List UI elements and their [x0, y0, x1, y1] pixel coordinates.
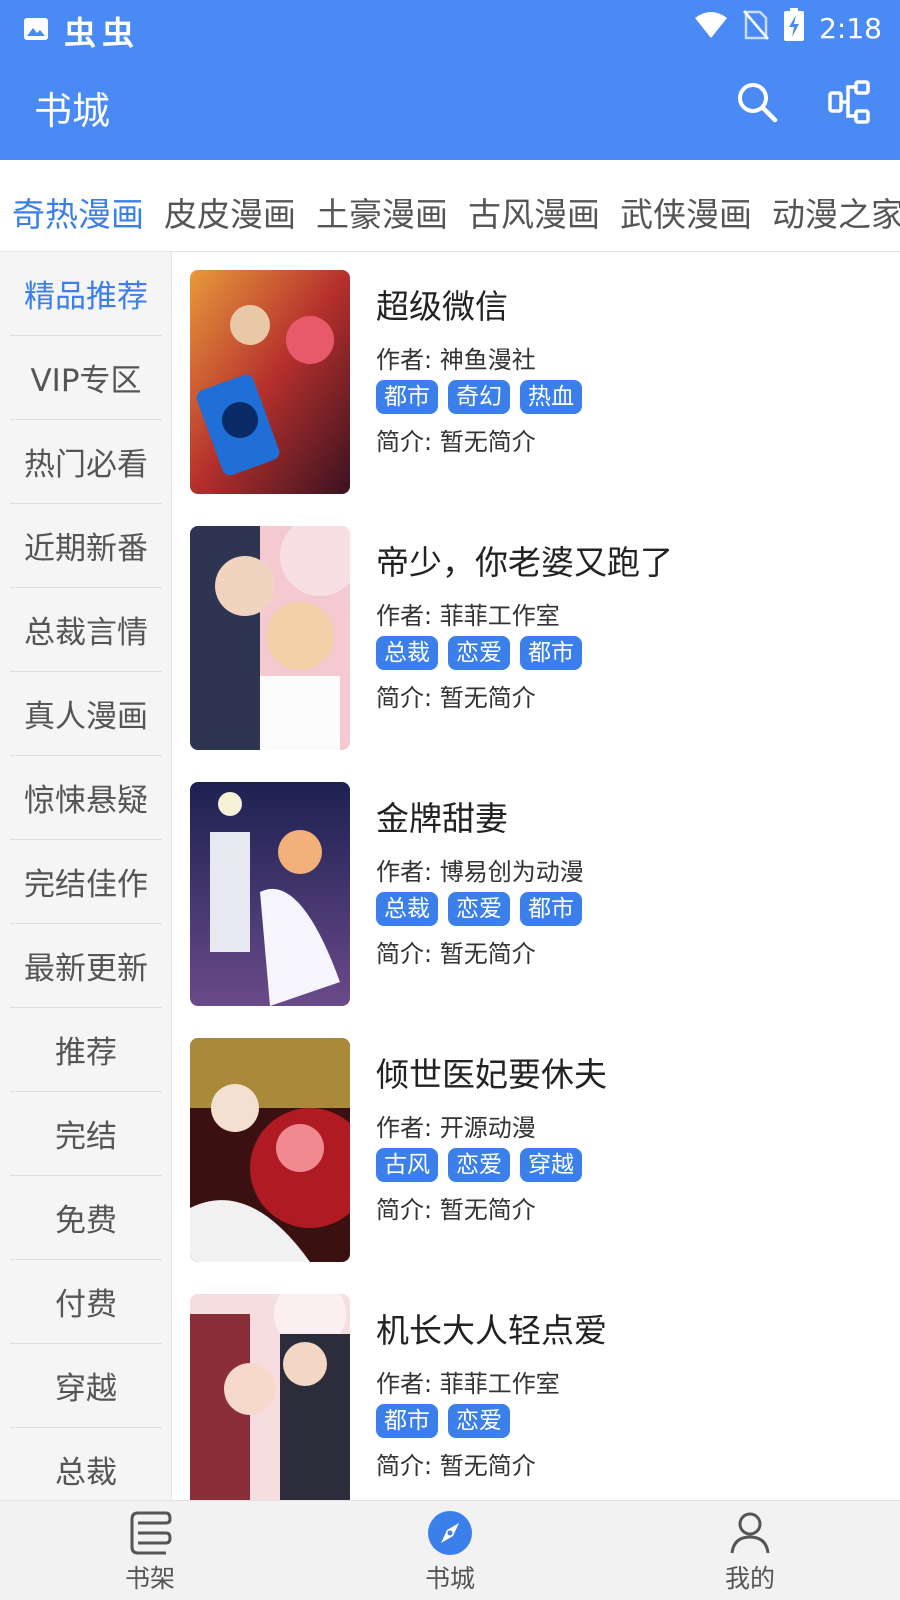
book-author: 作者: 菲菲工作室 — [376, 602, 560, 630]
tab-pipi[interactable]: 皮皮漫画 — [164, 188, 296, 236]
sidebar-item-time-travel[interactable]: 穿越 — [10, 1344, 162, 1428]
genre-tag: 热血 — [520, 380, 582, 414]
search-button[interactable] — [735, 80, 779, 124]
book-author: 作者: 神鱼漫社 — [376, 346, 536, 374]
book-intro: 简介: 暂无简介 — [376, 940, 536, 968]
book-title[interactable]: 倾世医妃要休夫 — [376, 1048, 607, 1096]
book-author: 作者: 博易创为动漫 — [376, 858, 584, 886]
sidebar-item-ceo[interactable]: 总裁 — [10, 1428, 162, 1500]
genre-tag: 都市 — [376, 380, 438, 414]
book-intro: 简介: 暂无简介 — [376, 1196, 536, 1224]
status-bar: 虫虫 2:18 — [0, 0, 900, 52]
page-title: 书城 — [34, 89, 111, 133]
nav-label: 我的 — [724, 1564, 775, 1593]
sidebar-item-free[interactable]: 免费 — [10, 1176, 162, 1260]
nav-mine[interactable]: 我的 — [690, 1509, 810, 1600]
book-intro: 简介: 暂无简介 — [376, 684, 536, 712]
person-icon — [730, 1512, 770, 1554]
share-button[interactable] — [828, 80, 872, 124]
bookshelf-icon — [130, 1511, 172, 1555]
book-intro: 简介: 暂无简介 — [376, 428, 536, 456]
bottom-nav: 书架 书城 我的 — [0, 1500, 900, 1600]
genre-tag: 恋爱 — [448, 892, 510, 926]
sidebar-item-hot[interactable]: 热门必看 — [10, 420, 162, 504]
nav-label: 书架 — [124, 1564, 175, 1593]
list-item[interactable]: 机长大人轻点爱 作者: 菲菲工作室 都市 恋爱 简介: 暂无简介 — [190, 1294, 880, 1518]
search-icon — [738, 83, 778, 123]
sidebar-item-thriller[interactable]: 惊悚悬疑 — [10, 756, 162, 840]
book-title[interactable]: 帝少，你老婆又跑了 — [376, 536, 673, 584]
genre-tag: 穿越 — [520, 1148, 582, 1182]
genre-tag: 恋爱 — [448, 1404, 510, 1438]
genre-tag: 都市 — [520, 636, 582, 670]
share-nodes-icon — [828, 80, 870, 124]
book-author: 作者: 开源动漫 — [376, 1114, 536, 1142]
book-title[interactable]: 机长大人轻点爱 — [376, 1304, 607, 1352]
sidebar-item-latest[interactable]: 最新更新 — [10, 924, 162, 1008]
nav-bookstore[interactable]: 书城 — [390, 1509, 510, 1600]
nav-bookshelf[interactable]: 书架 — [90, 1509, 210, 1600]
book-tags: 总裁 恋爱 都市 — [376, 892, 582, 926]
book-cover[interactable] — [190, 270, 350, 494]
sidebar-item-recommend[interactable]: 推荐 — [10, 1008, 162, 1092]
no-sim-icon — [743, 9, 770, 48]
genre-tag: 恋爱 — [448, 636, 510, 670]
book-tags: 都市 奇幻 热血 — [376, 380, 582, 414]
book-tags: 古风 恋爱 穿越 — [376, 1148, 582, 1182]
tab-wuxia[interactable]: 武侠漫画 — [620, 188, 752, 236]
book-intro: 简介: 暂无简介 — [376, 1452, 536, 1480]
genre-tag: 总裁 — [376, 636, 438, 670]
tab-tuhao[interactable]: 土豪漫画 — [316, 188, 448, 236]
tab-qire[interactable]: 奇热漫画 — [12, 188, 144, 236]
sidebar-item-vip[interactable]: VIP专区 — [10, 336, 162, 420]
genre-tag: 都市 — [376, 1404, 438, 1438]
genre-tag: 奇幻 — [448, 380, 510, 414]
sidebar-item-featured[interactable]: 精品推荐 — [10, 252, 162, 336]
status-time: 2:18 — [819, 12, 882, 45]
genre-tag: 恋爱 — [448, 1148, 510, 1182]
genre-tag: 都市 — [520, 892, 582, 926]
app-name-glyphs: 虫虫 — [64, 14, 141, 52]
sidebar-item-live-action[interactable]: 真人漫画 — [10, 672, 162, 756]
app-header: 虫虫 2:18 书城 — [0, 0, 900, 160]
sidebar-item-ceo-romance[interactable]: 总裁言情 — [10, 588, 162, 672]
list-item[interactable]: 金牌甜妻 作者: 博易创为动漫 总裁 恋爱 都市 简介: 暂无简介 — [190, 782, 880, 1006]
book-cover[interactable] — [190, 1038, 350, 1262]
book-title[interactable]: 金牌甜妻 — [376, 792, 508, 840]
wifi-icon — [693, 10, 729, 47]
category-sidebar: 精品推荐 VIP专区 热门必看 近期新番 总裁言情 真人漫画 惊悚悬疑 完结佳作… — [0, 252, 172, 1500]
book-author: 作者: 菲菲工作室 — [376, 1370, 560, 1398]
book-cover[interactable] — [190, 1294, 350, 1518]
sidebar-item-completed-works[interactable]: 完结佳作 — [10, 840, 162, 924]
sidebar-item-paid[interactable]: 付费 — [10, 1260, 162, 1344]
list-item[interactable]: 帝少，你老婆又跑了 作者: 菲菲工作室 总裁 恋爱 都市 简介: 暂无简介 — [190, 526, 880, 750]
sidebar-item-new-season[interactable]: 近期新番 — [10, 504, 162, 588]
compass-icon — [428, 1511, 472, 1555]
book-cover[interactable] — [190, 782, 350, 1006]
tab-dongman[interactable]: 动漫之家 — [772, 188, 900, 236]
battery-charging-icon — [783, 8, 805, 49]
book-title[interactable]: 超级微信 — [376, 280, 508, 328]
genre-tag: 古风 — [376, 1148, 438, 1182]
source-tabs: 奇热漫画 皮皮漫画 土豪漫画 古风漫画 武侠漫画 动漫之家 — [0, 160, 900, 252]
book-tags: 都市 恋爱 — [376, 1404, 510, 1438]
genre-tag: 总裁 — [376, 892, 438, 926]
book-tags: 总裁 恋爱 都市 — [376, 636, 582, 670]
image-icon — [22, 15, 50, 47]
book-cover[interactable] — [190, 526, 350, 750]
list-item[interactable]: 超级微信 作者: 神鱼漫社 都市 奇幻 热血 简介: 暂无简介 — [190, 270, 880, 494]
nav-label: 书城 — [424, 1564, 475, 1593]
sidebar-item-completed[interactable]: 完结 — [10, 1092, 162, 1176]
list-item[interactable]: 倾世医妃要休夫 作者: 开源动漫 古风 恋爱 穿越 简介: 暂无简介 — [190, 1038, 880, 1262]
tab-gufeng[interactable]: 古风漫画 — [468, 188, 600, 236]
